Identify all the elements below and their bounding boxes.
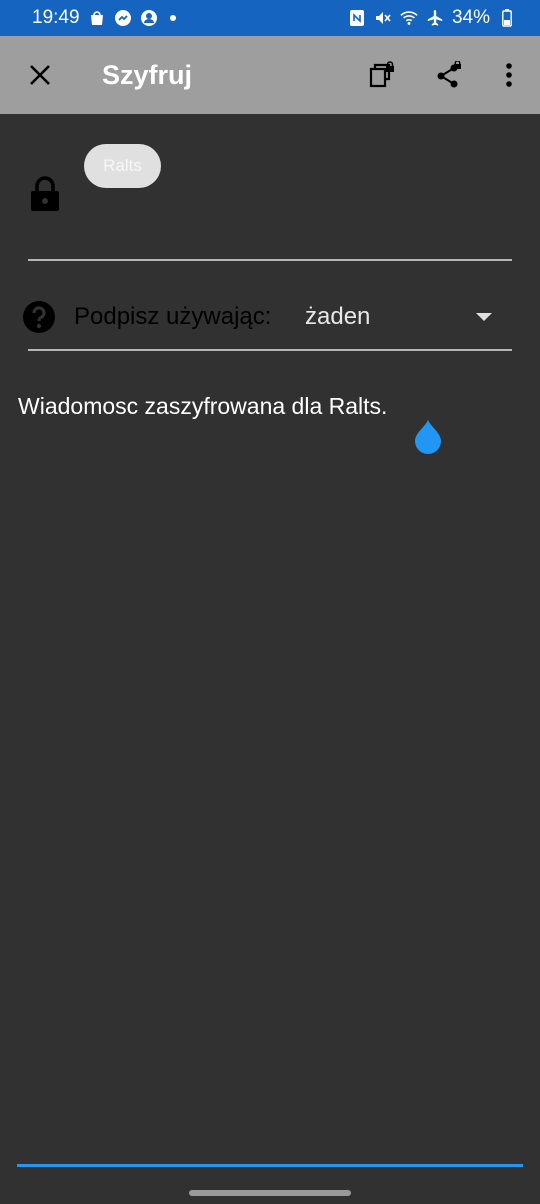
message-input[interactable]: Wiadomosc zaszyfrowana dla Ralts. (18, 391, 518, 421)
copy-encrypted-button[interactable] (352, 36, 412, 114)
message-field-underline (17, 1164, 523, 1167)
app-toolbar: Szyfruj (0, 36, 540, 114)
copy-lock-icon (369, 61, 394, 88)
messenger-icon (114, 9, 132, 27)
notification-dot-icon (169, 15, 176, 21)
share-encrypted-button[interactable] (418, 36, 478, 114)
overflow-menu-button[interactable] (479, 36, 539, 114)
airplane-mode-icon (426, 9, 444, 27)
sign-with-label: Podpisz używając: (74, 303, 272, 330)
close-icon (30, 65, 50, 85)
more-vert-icon (506, 63, 512, 87)
recipients-field-underline (28, 259, 512, 261)
share-lock-icon (437, 61, 461, 88)
sign-key-select[interactable]: żaden (305, 303, 370, 331)
wifi-icon (400, 9, 418, 27)
home-gesture-handle[interactable] (189, 1190, 351, 1196)
help-icon[interactable] (22, 300, 56, 339)
shopping-bag-icon (88, 9, 106, 27)
text-cursor-handle-icon[interactable] (413, 419, 443, 460)
page-title: Szyfruj (102, 60, 193, 90)
account-icon (140, 9, 158, 27)
nfc-icon (348, 9, 366, 27)
status-bar: 19:49 34% (0, 0, 540, 36)
battery-percent: 34% (451, 7, 490, 28)
battery-icon (498, 9, 516, 27)
sign-field-underline (28, 349, 512, 351)
lock-icon (30, 176, 60, 217)
close-button[interactable] (10, 36, 70, 114)
dropdown-arrow-icon[interactable] (476, 313, 492, 321)
status-time: 19:49 (32, 7, 80, 28)
recipient-chip[interactable]: Ralts (84, 144, 161, 188)
mute-icon (374, 9, 392, 27)
